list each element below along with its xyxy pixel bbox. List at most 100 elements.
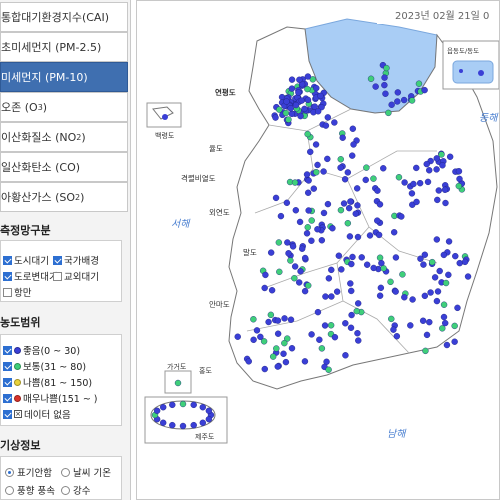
- station-marker[interactable]: [433, 155, 440, 162]
- station-marker[interactable]: [353, 185, 361, 192]
- station-marker[interactable]: [282, 109, 290, 117]
- station-marker[interactable]: [269, 353, 277, 360]
- station-marker[interactable]: [314, 308, 322, 316]
- station-marker[interactable]: [308, 237, 315, 244]
- station-marker[interactable]: [421, 86, 428, 94]
- station-marker[interactable]: [413, 198, 420, 206]
- menu-item-so2[interactable]: 아황산가스 (SO 2): [0, 182, 128, 212]
- station-marker[interactable]: [285, 116, 292, 123]
- station-marker[interactable]: [272, 114, 279, 121]
- jeju-station-marker[interactable]: [199, 404, 206, 411]
- gageodo-inset[interactable]: 가거도 홍도: [164, 362, 212, 394]
- station-marker[interactable]: [348, 311, 355, 319]
- station-marker[interactable]: [388, 101, 395, 108]
- station-marker[interactable]: [250, 336, 257, 343]
- station-marker[interactable]: [409, 296, 416, 303]
- station-marker[interactable]: [341, 176, 349, 183]
- station-marker[interactable]: [291, 179, 299, 186]
- station-marker[interactable]: [281, 339, 288, 347]
- station-marker[interactable]: [291, 275, 298, 282]
- network-option-national[interactable]: 국가배경: [53, 253, 99, 267]
- station-marker[interactable]: [283, 98, 290, 105]
- checkbox-icon[interactable]: [3, 271, 12, 281]
- station-marker[interactable]: [423, 160, 430, 168]
- station-marker[interactable]: [451, 322, 458, 330]
- station-marker[interactable]: [344, 169, 352, 176]
- radio-icon[interactable]: [5, 485, 14, 495]
- station-marker[interactable]: [408, 97, 416, 104]
- weather-option-wind[interactable]: 풍향 풍속: [5, 483, 55, 497]
- station-marker[interactable]: [394, 98, 401, 105]
- station-marker[interactable]: [400, 96, 408, 104]
- station-marker[interactable]: [433, 166, 440, 173]
- station-marker[interactable]: [382, 90, 389, 97]
- station-marker[interactable]: [274, 330, 282, 337]
- station-marker[interactable]: [265, 318, 272, 326]
- station-marker[interactable]: [394, 89, 402, 96]
- station-marker[interactable]: [348, 260, 355, 268]
- weather-option-temp[interactable]: 날씨 기온: [61, 465, 111, 479]
- station-marker[interactable]: [376, 292, 384, 299]
- jeju-station-marker[interactable]: [160, 419, 167, 426]
- station-marker[interactable]: [324, 155, 331, 163]
- station-marker[interactable]: [321, 322, 329, 329]
- station-marker[interactable]: [276, 106, 283, 113]
- checkbox-icon[interactable]: [3, 345, 12, 355]
- station-marker[interactable]: [440, 251, 448, 259]
- station-marker[interactable]: [439, 325, 446, 332]
- station-marker[interactable]: [347, 198, 354, 205]
- station-marker[interactable]: [431, 274, 439, 281]
- station-marker[interactable]: [387, 278, 394, 286]
- station-marker[interactable]: [296, 218, 304, 226]
- station-marker[interactable]: [314, 108, 322, 115]
- checkbox-icon[interactable]: [53, 255, 62, 265]
- radio-icon[interactable]: [5, 467, 14, 477]
- station-marker[interactable]: [280, 350, 287, 357]
- jeju-station-marker[interactable]: [190, 421, 197, 429]
- station-marker[interactable]: [439, 162, 446, 169]
- menu-item-o3[interactable]: 오존 (O 3): [0, 92, 128, 122]
- station-marker[interactable]: [417, 255, 424, 262]
- station-marker[interactable]: [305, 282, 312, 289]
- station-marker[interactable]: [440, 313, 448, 321]
- station-marker[interactable]: [325, 275, 333, 282]
- station-marker[interactable]: [354, 330, 361, 337]
- station-marker[interactable]: [455, 182, 463, 190]
- station-marker[interactable]: [325, 366, 332, 373]
- station-marker[interactable]: [314, 161, 321, 169]
- menu-item-co[interactable]: 일산화탄소 (CO): [0, 152, 128, 182]
- station-marker[interactable]: [274, 317, 282, 324]
- station-marker[interactable]: [395, 174, 403, 181]
- station-marker[interactable]: [339, 134, 346, 141]
- station-marker[interactable]: [267, 249, 275, 256]
- checkbox-icon[interactable]: [3, 393, 12, 403]
- station-marker[interactable]: [464, 273, 472, 280]
- station-marker[interactable]: [376, 254, 384, 261]
- jeju-station-marker[interactable]: [205, 407, 213, 414]
- station-marker[interactable]: [268, 287, 276, 294]
- station-marker[interactable]: [424, 178, 432, 186]
- station-marker[interactable]: [283, 199, 291, 207]
- station-marker[interactable]: [422, 347, 429, 355]
- station-marker[interactable]: [338, 266, 345, 273]
- station-marker[interactable]: [288, 110, 296, 118]
- menu-item-no2[interactable]: 이산화질소 (NO 2): [0, 122, 128, 152]
- station-marker[interactable]: [385, 109, 392, 117]
- range-option-normal[interactable]: 보통(31 ~ 80): [3, 359, 86, 373]
- station-marker[interactable]: [427, 289, 434, 296]
- station-marker[interactable]: [442, 199, 449, 207]
- station-marker[interactable]: [415, 80, 423, 87]
- station-marker[interactable]: [296, 76, 303, 83]
- station-marker[interactable]: [307, 148, 314, 156]
- station-marker[interactable]: [313, 84, 320, 92]
- station-marker[interactable]: [349, 253, 356, 261]
- station-marker[interactable]: [250, 316, 257, 323]
- station-marker[interactable]: [380, 165, 387, 172]
- station-marker[interactable]: [287, 316, 295, 323]
- menu-item-pm10[interactable]: 미세먼지 (PM-10): [0, 62, 128, 92]
- station-marker[interactable]: [353, 307, 360, 315]
- station-marker[interactable]: [335, 252, 343, 259]
- station-marker[interactable]: [433, 297, 441, 305]
- station-marker[interactable]: [304, 189, 312, 196]
- station-marker[interactable]: [392, 288, 399, 295]
